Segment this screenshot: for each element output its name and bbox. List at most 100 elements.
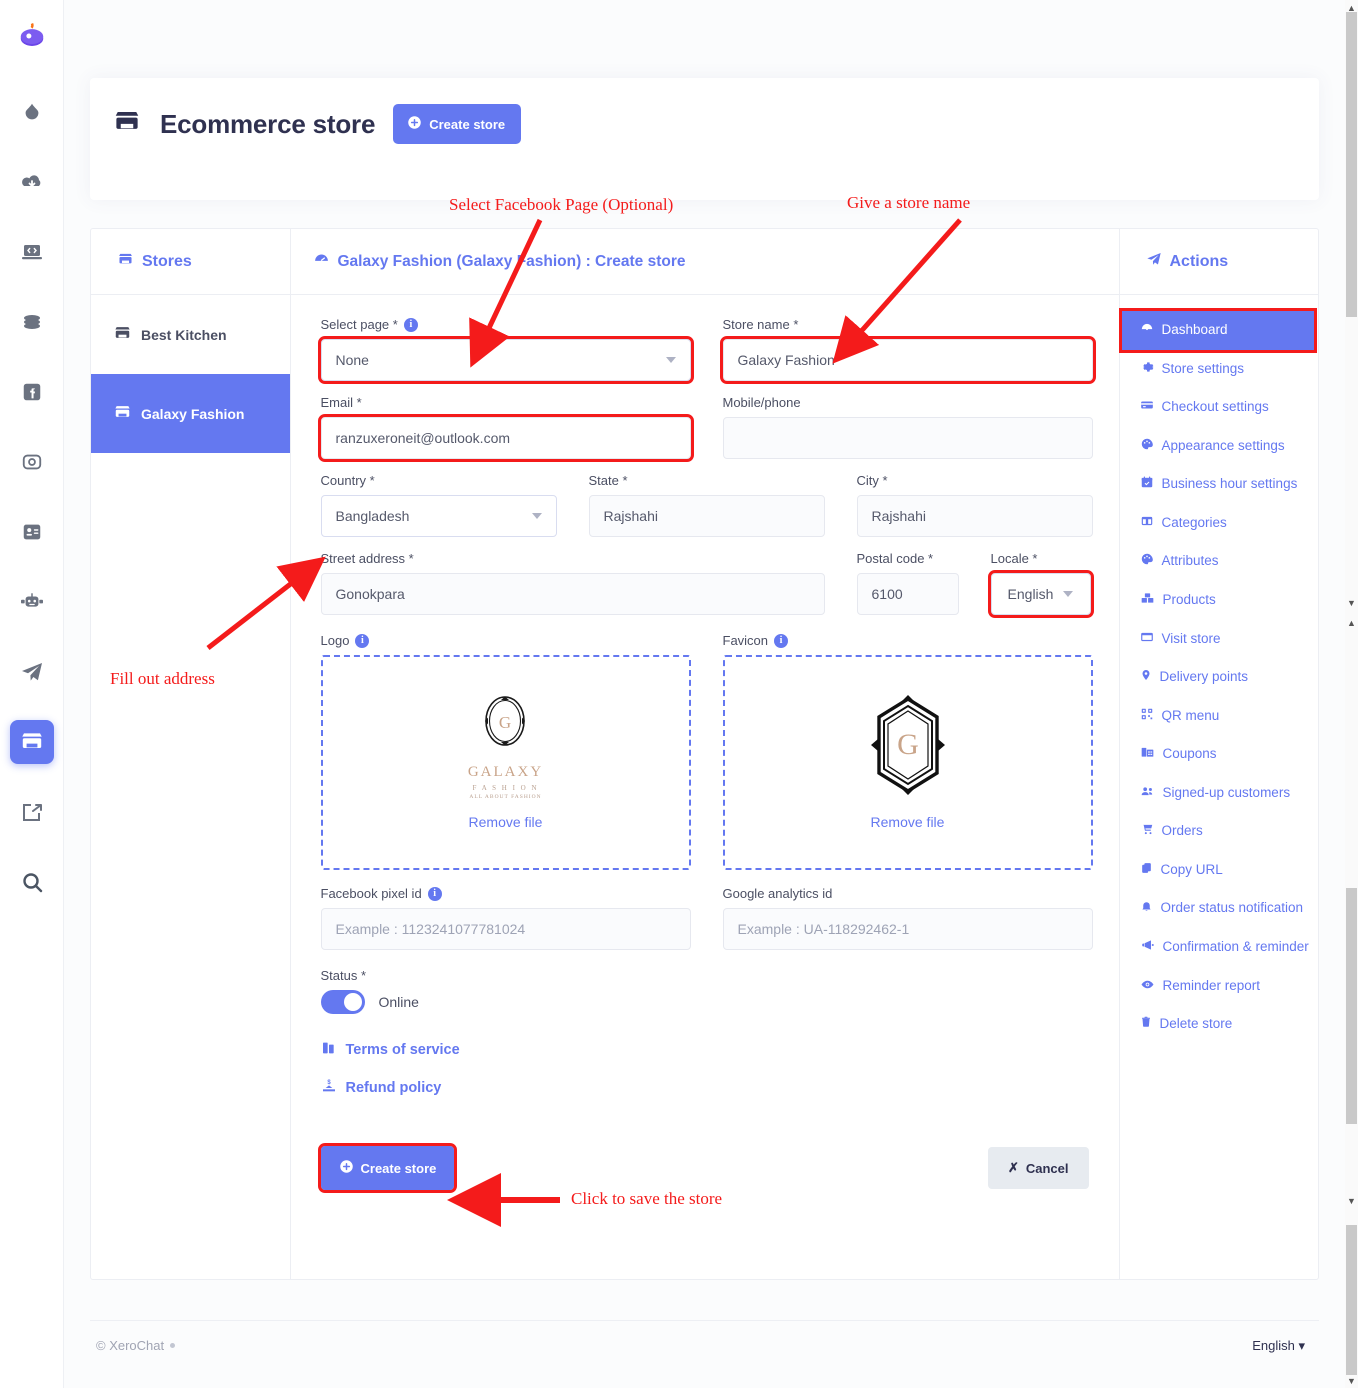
action-item-delivery-points[interactable]: Delivery points bbox=[1120, 658, 1319, 697]
action-item-label: Business hour settings bbox=[1161, 476, 1298, 492]
email-input[interactable] bbox=[317, 414, 694, 462]
action-item-signed-up-customers[interactable]: Signed-up customers bbox=[1120, 774, 1319, 813]
action-item-attributes[interactable]: Attributes bbox=[1120, 542, 1319, 581]
street-address-label: Street address * bbox=[321, 551, 825, 566]
action-item-orders[interactable]: Orders bbox=[1120, 812, 1319, 851]
flame-logo-icon[interactable] bbox=[10, 14, 54, 58]
coins-icon[interactable] bbox=[10, 300, 54, 344]
action-item-products[interactable]: Products bbox=[1120, 581, 1319, 620]
action-item-business-hour-settings[interactable]: Business hour settings bbox=[1120, 465, 1319, 504]
logo-upload-box[interactable]: G GALAXY F A S H I O N ALL ABOUT FASHION… bbox=[320, 655, 691, 870]
city-input[interactable] bbox=[856, 495, 1093, 537]
mobile-label-text: Mobile/phone bbox=[722, 395, 801, 410]
logo-remove-file-link[interactable]: Remove file bbox=[469, 814, 543, 830]
language-select[interactable]: English ▾ bbox=[1252, 1338, 1305, 1354]
avatar[interactable] bbox=[1245, 18, 1283, 56]
action-item-categories[interactable]: Categories bbox=[1120, 504, 1319, 543]
create-store-header-button[interactable]: Create store bbox=[393, 104, 522, 144]
droplet-icon[interactable] bbox=[10, 90, 54, 134]
notifications-bell-icon[interactable] bbox=[1203, 21, 1227, 50]
info-icon[interactable]: i bbox=[427, 886, 442, 901]
action-item-reminder-report[interactable]: Reminder report bbox=[1120, 967, 1319, 1006]
store-icon[interactable] bbox=[9, 720, 54, 764]
hand-money-icon: $ bbox=[321, 1078, 337, 1098]
country-dropdown[interactable]: Bangladesh bbox=[320, 495, 557, 537]
action-item-appearance-settings[interactable]: Appearance settings bbox=[1120, 427, 1319, 466]
scroll-down-arrow-icon-3[interactable]: ▼ bbox=[1347, 1376, 1356, 1386]
inner-scrollbar[interactable]: ▲ ▼ ▲ ▼ ▼ bbox=[1345, 0, 1358, 1388]
inner-scrollbar-thumb-3[interactable] bbox=[1346, 1225, 1357, 1375]
action-item-coupons[interactable]: Coupons bbox=[1120, 735, 1319, 774]
dashboard-icon bbox=[1140, 321, 1154, 341]
info-icon[interactable]: i bbox=[774, 633, 789, 648]
store-list-item-galaxy-fashion[interactable]: Galaxy Fashion bbox=[91, 374, 290, 453]
chevron-down-icon bbox=[665, 357, 676, 363]
calendar-icon bbox=[1140, 475, 1154, 495]
menu-toggle-button[interactable] bbox=[102, 23, 130, 47]
fb-pixel-input[interactable] bbox=[320, 908, 691, 950]
inner-scrollbar-thumb[interactable] bbox=[1346, 12, 1357, 317]
country-label: Country * bbox=[321, 473, 557, 488]
id-card-icon[interactable] bbox=[10, 510, 54, 554]
action-item-store-settings[interactable]: Store settings bbox=[1120, 350, 1319, 389]
robot-icon[interactable] bbox=[10, 580, 54, 624]
action-item-label: Reminder report bbox=[1162, 977, 1261, 993]
telegram-icon[interactable] bbox=[10, 650, 54, 694]
refund-policy-label: Refund policy bbox=[345, 1080, 442, 1096]
close-icon: ✗ bbox=[1007, 1160, 1019, 1175]
scroll-up-arrow-icon[interactable]: ▲ bbox=[1347, 3, 1356, 13]
users-icon bbox=[1140, 784, 1155, 804]
street-address-input[interactable] bbox=[320, 573, 825, 615]
action-item-order-status-notification[interactable]: Order status notification bbox=[1120, 889, 1319, 928]
store-name-input[interactable] bbox=[719, 336, 1096, 384]
search-icon[interactable] bbox=[10, 860, 54, 904]
locale-dropdown[interactable]: English bbox=[987, 570, 1094, 618]
postal-code-input[interactable] bbox=[856, 573, 959, 615]
instagram-icon[interactable] bbox=[10, 440, 54, 484]
actions-panel-heading: Actions bbox=[1119, 229, 1318, 295]
share-icon[interactable] bbox=[10, 790, 54, 834]
action-item-visit-store[interactable]: Visit store bbox=[1120, 620, 1319, 659]
scroll-up-arrow-icon-2[interactable]: ▲ bbox=[1347, 618, 1356, 628]
mobile-input[interactable] bbox=[722, 417, 1093, 459]
ga-id-input[interactable] bbox=[722, 908, 1093, 950]
status-label-text: Status * bbox=[320, 968, 367, 983]
palette-icon bbox=[1140, 437, 1154, 457]
chevron-down-icon[interactable] bbox=[1293, 30, 1303, 36]
action-item-copy-url[interactable]: Copy URL bbox=[1120, 851, 1319, 890]
select-page-dropdown[interactable]: None bbox=[317, 336, 694, 384]
action-item-checkout-settings[interactable]: Checkout settings bbox=[1120, 388, 1319, 427]
action-item-delete-store[interactable]: Delete store bbox=[1120, 1005, 1319, 1044]
cancel-button[interactable]: ✗ Cancel bbox=[987, 1147, 1089, 1189]
logo-brand-sub: F A S H I O N bbox=[472, 784, 539, 792]
form-heading: Galaxy Fashion (Galaxy Fashion) : Create… bbox=[290, 229, 1119, 295]
inner-scrollbar-thumb-2[interactable] bbox=[1346, 888, 1357, 1124]
action-item-label: Store settings bbox=[1161, 360, 1245, 376]
facebook-icon[interactable] bbox=[10, 370, 54, 414]
laptop-code-icon[interactable] bbox=[10, 230, 54, 274]
trash-icon bbox=[1140, 1015, 1152, 1035]
favicon-upload-box[interactable]: G Remove file bbox=[722, 655, 1093, 870]
terms-of-service-link[interactable]: Terms of service bbox=[321, 1040, 1093, 1060]
favicon-remove-file-link[interactable]: Remove file bbox=[871, 814, 945, 830]
status-label: Status * bbox=[321, 968, 1093, 983]
mobile-label: Mobile/phone bbox=[723, 395, 1093, 410]
store-name-label-text: Store name * bbox=[722, 317, 799, 332]
scroll-down-arrow-icon[interactable]: ▼ bbox=[1347, 598, 1356, 608]
status-toggle[interactable] bbox=[320, 990, 365, 1014]
action-item-dashboard[interactable]: Dashboard bbox=[1118, 308, 1317, 353]
info-icon[interactable]: i bbox=[403, 317, 418, 332]
cart-icon bbox=[1140, 822, 1154, 842]
action-item-qr-menu[interactable]: QR menu bbox=[1120, 697, 1319, 736]
refund-policy-link[interactable]: $ Refund policy bbox=[321, 1078, 1093, 1098]
store-icon bbox=[113, 324, 132, 346]
store-list-item-best-kitchen[interactable]: Best Kitchen bbox=[91, 295, 290, 374]
create-store-submit-button[interactable]: Create store bbox=[317, 1143, 458, 1193]
create-store-header-button-label: Create store bbox=[429, 116, 506, 132]
country-value: Bangladesh bbox=[335, 508, 410, 524]
action-item-confirmation-reminder[interactable]: Confirmation & reminder bbox=[1120, 928, 1319, 967]
info-icon[interactable]: i bbox=[355, 633, 370, 648]
cloud-download-icon[interactable] bbox=[10, 160, 54, 204]
state-input[interactable] bbox=[588, 495, 825, 537]
scroll-down-arrow-icon-2[interactable]: ▼ bbox=[1347, 1196, 1356, 1206]
